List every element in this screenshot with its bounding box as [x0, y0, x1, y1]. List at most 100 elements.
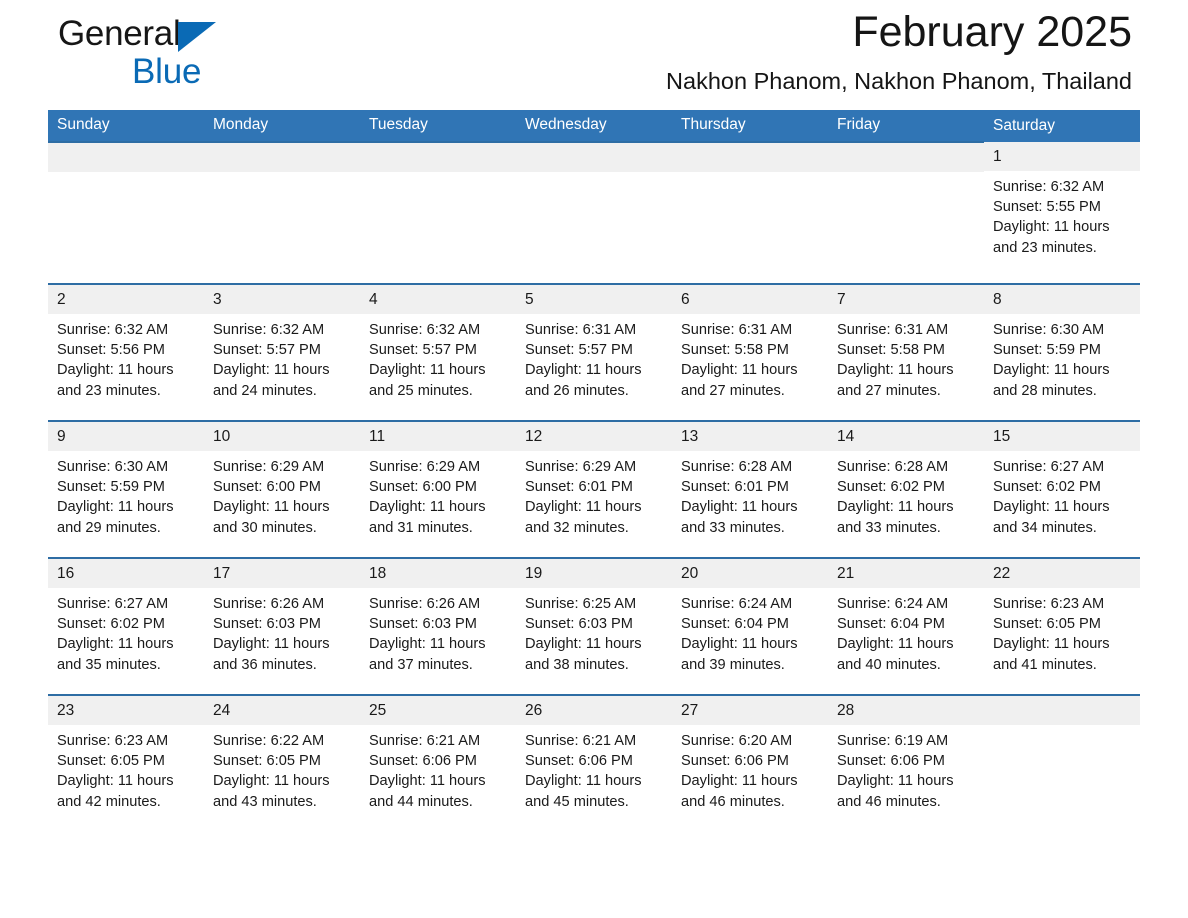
calendar-day-cell[interactable]: 7 Sunrise: 6:31 AM Sunset: 5:58 PM Daylight… — [828, 283, 984, 421]
day-number: 8 — [984, 285, 1140, 314]
day-info-line: and 44 minutes. — [369, 793, 473, 810]
calendar-day-cell[interactable]: 18 Sunrise: 6:26 AM Sunset: 6:03 PM Dayligh… — [360, 557, 516, 695]
calendar-day-cell[interactable]: 11 Sunrise: 6:29 AM Sunset: 6:00 PM Dayligh… — [360, 420, 516, 558]
calendar-header-row: Sunday Monday Tuesday Wednesday Thursday… — [48, 110, 1140, 142]
day-number: 3 — [204, 285, 360, 314]
day-number: 19 — [516, 559, 672, 588]
day-info-line: Sunrise: 6:24 AM — [837, 596, 949, 612]
day-number: 4 — [360, 285, 516, 314]
calendar-day-cell[interactable]: 23 Sunrise: 6:23 AM Sunset: 6:05 PM Dayligh… — [48, 694, 204, 831]
day-info-line: Sunset: 6:01 PM — [525, 479, 633, 496]
day-info-line: Sunrise: 6:29 AM — [369, 459, 481, 475]
calendar-day-cell[interactable]: 16 Sunrise: 6:27 AM Sunset: 6:02 PM Dayligh… — [48, 557, 204, 695]
calendar-body: 1 Sunrise: 6:32 AM Sunset: 5:55 PM Daylight… — [48, 141, 1140, 831]
day-info-line: Sunset: 6:05 PM — [993, 616, 1101, 633]
calendar-day-cell[interactable]: 26 Sunrise: 6:21 AM Sunset: 6:06 PM Dayligh… — [516, 694, 672, 831]
calendar-day-cell[interactable]: 5 Sunrise: 6:31 AM Sunset: 5:57 PM Daylight… — [516, 283, 672, 421]
day-sun-info: Sunrise: 6:30 AM Sunset: 5:59 PM Daylight:… — [48, 451, 204, 538]
calendar-day-cell[interactable]: 4 Sunrise: 6:32 AM Sunset: 5:57 PM Daylight… — [360, 283, 516, 421]
day-info-line: Daylight: 11 hours — [369, 773, 486, 790]
calendar-day-cell[interactable]: 13 Sunrise: 6:28 AM Sunset: 6:01 PM Dayligh… — [672, 420, 828, 558]
day-info-line: and 34 minutes. — [993, 519, 1097, 536]
day-info-line: Sunrise: 6:21 AM — [369, 733, 481, 749]
day-info-line: Sunset: 6:02 PM — [57, 616, 165, 633]
day-sun-info: Sunrise: 6:24 AM Sunset: 6:04 PM Daylight:… — [828, 588, 984, 675]
day-info-line: Daylight: 11 hours — [525, 362, 642, 379]
logo-text-general: General — [58, 14, 181, 53]
calendar-day-cell[interactable]: 28 Sunrise: 6:19 AM Sunset: 6:06 PM Dayligh… — [828, 694, 984, 831]
calendar-day-cell[interactable]: 1 Sunrise: 6:32 AM Sunset: 5:55 PM Daylight… — [984, 142, 1140, 284]
day-cell-inner: 12 Sunrise: 6:29 AM Sunset: 6:01 PM Dayligh… — [516, 422, 672, 557]
calendar-day-cell[interactable]: 10 Sunrise: 6:29 AM Sunset: 6:00 PM Dayligh… — [204, 420, 360, 558]
day-sun-info: Sunrise: 6:28 AM Sunset: 6:01 PM Daylight:… — [672, 451, 828, 538]
calendar-day-cell[interactable]: 27 Sunrise: 6:20 AM Sunset: 6:06 PM Dayligh… — [672, 694, 828, 831]
day-sun-info: Sunrise: 6:29 AM Sunset: 6:00 PM Daylight:… — [204, 451, 360, 538]
day-info-line: Sunset: 5:55 PM — [993, 199, 1101, 216]
day-cell-inner: 28 Sunrise: 6:19 AM Sunset: 6:06 PM Dayligh… — [828, 696, 984, 831]
calendar-day-cell[interactable]: 21 Sunrise: 6:24 AM Sunset: 6:04 PM Dayligh… — [828, 557, 984, 695]
day-number: 22 — [984, 559, 1140, 588]
day-info-line: Daylight: 11 hours — [837, 773, 954, 790]
day-sun-info: Sunrise: 6:26 AM Sunset: 6:03 PM Daylight:… — [204, 588, 360, 675]
day-info-line: Sunrise: 6:30 AM — [57, 459, 169, 475]
day-info-line: Sunrise: 6:26 AM — [369, 596, 481, 612]
day-number: 11 — [360, 422, 516, 451]
calendar-day-cell[interactable]: 24 Sunrise: 6:22 AM Sunset: 6:05 PM Dayligh… — [204, 694, 360, 831]
day-cell-inner: 17 Sunrise: 6:26 AM Sunset: 6:03 PM Dayligh… — [204, 559, 360, 694]
day-info-line: and 27 minutes. — [681, 382, 785, 399]
calendar-day-cell[interactable]: 6 Sunrise: 6:31 AM Sunset: 5:58 PM Daylight… — [672, 283, 828, 421]
day-info-line: Sunset: 5:56 PM — [57, 342, 165, 359]
day-cell-inner — [672, 143, 828, 283]
day-info-line: and 42 minutes. — [57, 793, 161, 810]
day-info-line: and 33 minutes. — [837, 519, 941, 536]
calendar-day-cell[interactable]: 3 Sunrise: 6:32 AM Sunset: 5:57 PM Daylight… — [204, 283, 360, 421]
calendar-day-cell[interactable]: 14 Sunrise: 6:28 AM Sunset: 6:02 PM Dayligh… — [828, 420, 984, 558]
calendar-day-cell[interactable]: 19 Sunrise: 6:25 AM Sunset: 6:03 PM Dayligh… — [516, 557, 672, 695]
day-info-line: and 43 minutes. — [213, 793, 317, 810]
day-info-line: Sunset: 6:05 PM — [57, 753, 165, 770]
calendar-day-cell[interactable]: 17 Sunrise: 6:26 AM Sunset: 6:03 PM Dayligh… — [204, 557, 360, 695]
day-info-line: Sunset: 6:04 PM — [681, 616, 789, 633]
day-number: 24 — [204, 696, 360, 725]
calendar-day-cell[interactable]: 8 Sunrise: 6:30 AM Sunset: 5:59 PM Daylight… — [984, 283, 1140, 421]
calendar-day-cell[interactable]: 25 Sunrise: 6:21 AM Sunset: 6:06 PM Dayligh… — [360, 694, 516, 831]
day-info-line: Sunset: 6:03 PM — [525, 616, 633, 633]
day-number — [360, 143, 516, 172]
general-blue-logo[interactable]: General Blue — [58, 14, 258, 92]
day-info-line: Sunset: 5:57 PM — [369, 342, 477, 359]
day-number: 6 — [672, 285, 828, 314]
calendar-empty-cell — [672, 141, 828, 284]
calendar-day-cell[interactable]: 12 Sunrise: 6:29 AM Sunset: 6:01 PM Dayligh… — [516, 420, 672, 558]
day-info-line: Daylight: 11 hours — [525, 499, 642, 516]
day-info-line: and 41 minutes. — [993, 656, 1097, 673]
day-sun-info: Sunrise: 6:29 AM Sunset: 6:00 PM Daylight:… — [360, 451, 516, 538]
calendar-day-cell[interactable]: 20 Sunrise: 6:24 AM Sunset: 6:04 PM Dayligh… — [672, 557, 828, 695]
calendar-day-cell[interactable]: 9 Sunrise: 6:30 AM Sunset: 5:59 PM Daylight… — [48, 420, 204, 558]
calendar-day-cell[interactable]: 22 Sunrise: 6:23 AM Sunset: 6:05 PM Dayligh… — [984, 557, 1140, 695]
day-sun-info: Sunrise: 6:32 AM Sunset: 5:57 PM Daylight:… — [360, 314, 516, 401]
day-info-line: Sunrise: 6:26 AM — [213, 596, 325, 612]
calendar-day-cell[interactable]: 15 Sunrise: 6:27 AM Sunset: 6:02 PM Dayligh… — [984, 420, 1140, 558]
day-number — [516, 143, 672, 172]
day-number: 1 — [984, 142, 1140, 171]
day-sun-info: Sunrise: 6:23 AM Sunset: 6:05 PM Daylight:… — [984, 588, 1140, 675]
day-info-line: Sunset: 6:02 PM — [993, 479, 1101, 496]
calendar-day-cell[interactable]: 2 Sunrise: 6:32 AM Sunset: 5:56 PM Daylight… — [48, 283, 204, 421]
day-info-line: Sunset: 6:03 PM — [213, 616, 321, 633]
day-info-line: Sunset: 6:06 PM — [525, 753, 633, 770]
day-info-line: Daylight: 11 hours — [837, 499, 954, 516]
day-info-line: Sunrise: 6:19 AM — [837, 733, 949, 749]
day-number: 25 — [360, 696, 516, 725]
day-cell-inner: 27 Sunrise: 6:20 AM Sunset: 6:06 PM Dayligh… — [672, 696, 828, 831]
page-subtitle: Nakhon Phanom, Nakhon Phanom, Thailand — [666, 68, 1132, 94]
day-sun-info: Sunrise: 6:29 AM Sunset: 6:01 PM Daylight:… — [516, 451, 672, 538]
day-info-line: and 46 minutes. — [681, 793, 785, 810]
day-cell-inner: 18 Sunrise: 6:26 AM Sunset: 6:03 PM Dayligh… — [360, 559, 516, 694]
day-number — [204, 143, 360, 172]
weekday-header-wednesday: Wednesday — [516, 110, 672, 142]
day-info-line: Sunrise: 6:31 AM — [837, 322, 949, 338]
day-info-line: Sunrise: 6:28 AM — [681, 459, 793, 475]
day-info-line: Sunrise: 6:23 AM — [993, 596, 1105, 612]
day-cell-inner: 5 Sunrise: 6:31 AM Sunset: 5:57 PM Daylight… — [516, 285, 672, 420]
day-info-line: Daylight: 11 hours — [993, 499, 1110, 516]
